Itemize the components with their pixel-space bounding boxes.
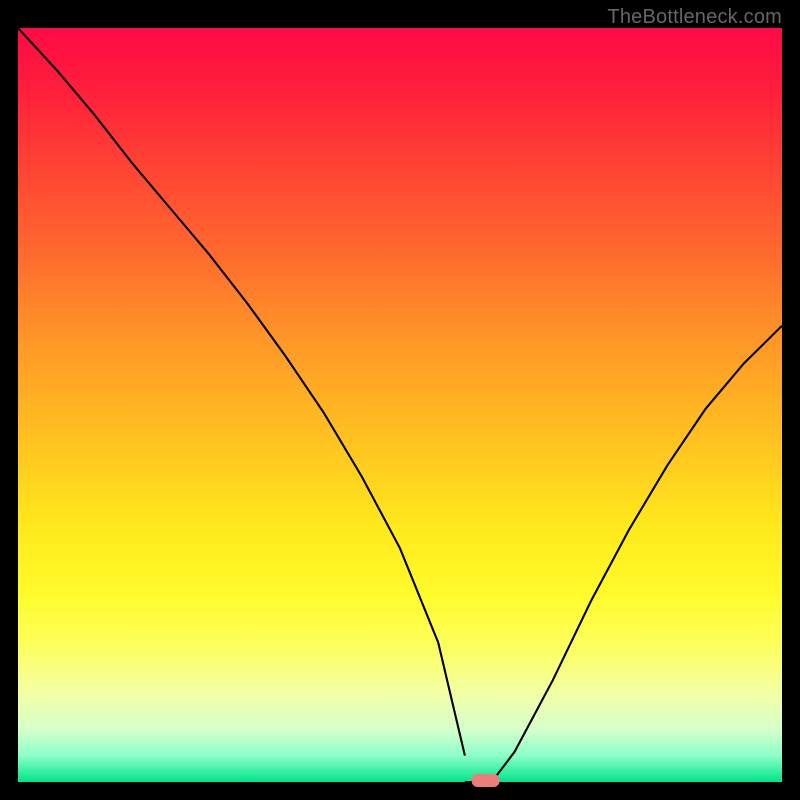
chart-frame: TheBottleneck.com bbox=[0, 0, 800, 800]
curve-path-right bbox=[492, 326, 782, 782]
curve-path bbox=[18, 28, 465, 756]
bottleneck-curve bbox=[18, 28, 782, 782]
min-marker bbox=[472, 774, 500, 787]
watermark-label: TheBottleneck.com bbox=[607, 6, 782, 29]
plot-area bbox=[18, 28, 782, 782]
